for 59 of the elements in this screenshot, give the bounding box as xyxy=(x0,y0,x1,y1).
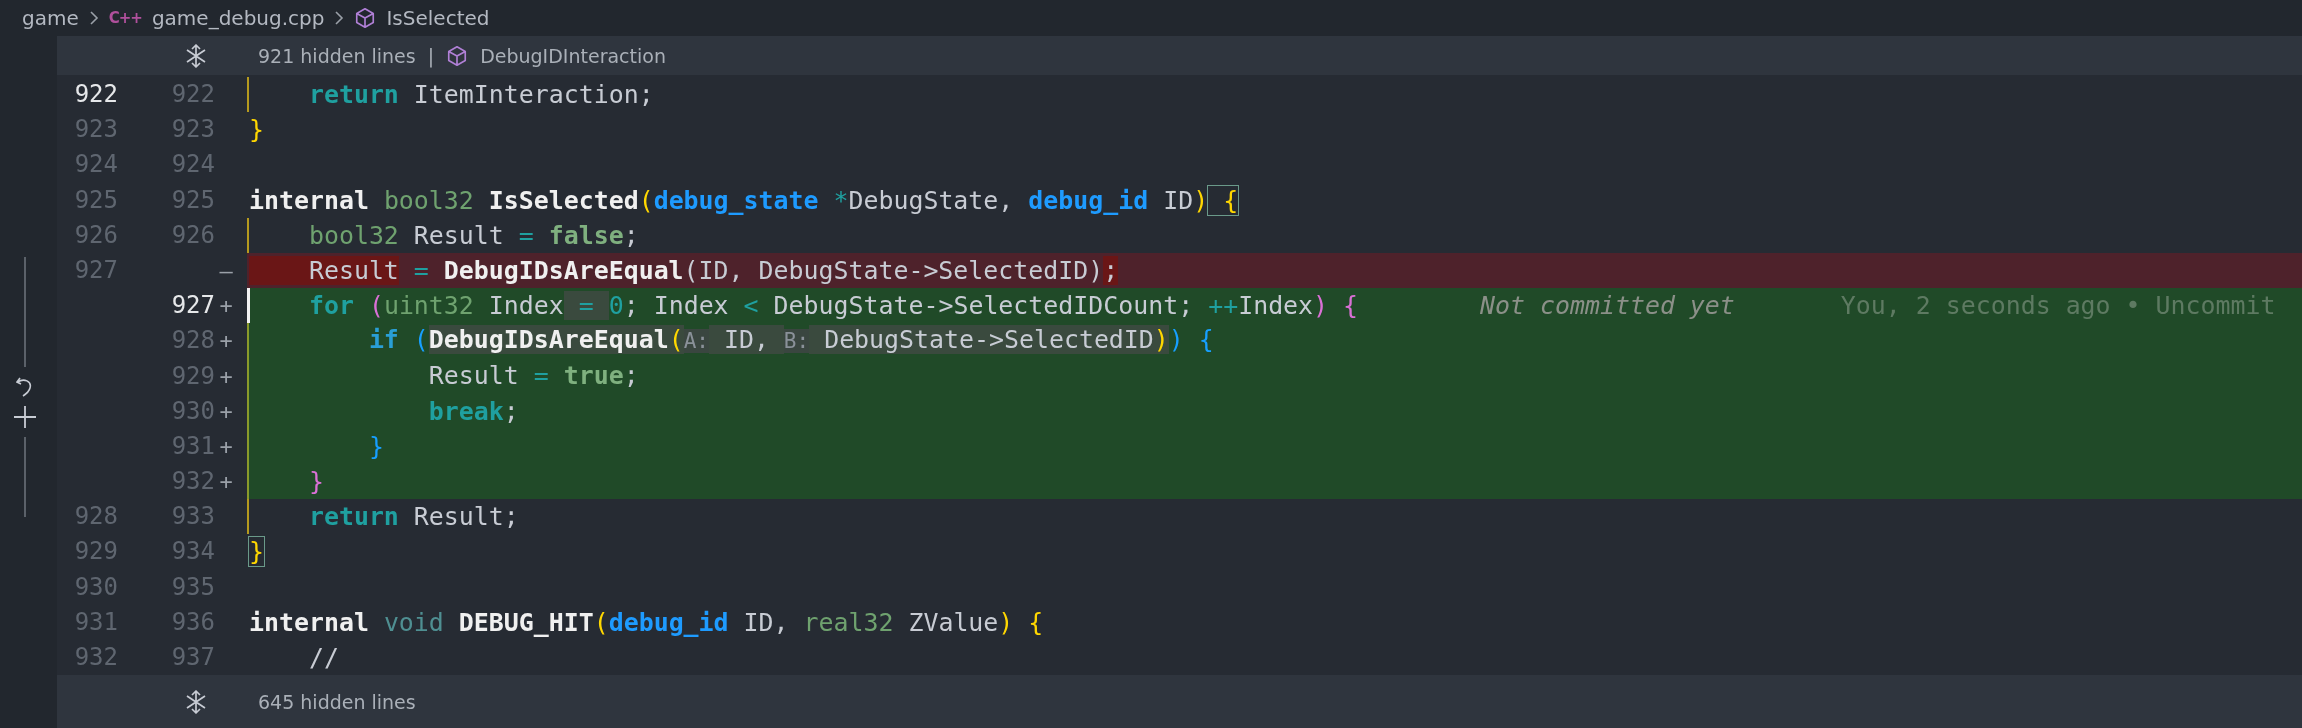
code-line: } xyxy=(367,430,384,463)
code-line: bool32 Result = false; xyxy=(307,219,639,252)
line-number: 930 xyxy=(171,395,215,427)
diff-sign: — xyxy=(219,256,233,285)
breadcrumb-item[interactable]: IsSelected xyxy=(386,6,490,30)
line-number: 924 xyxy=(171,149,215,181)
line-number: 931 xyxy=(74,606,118,638)
line-number: 928 xyxy=(74,501,118,533)
inline-annotation: Not committed yet xyxy=(1480,291,1735,321)
diff-sign: + xyxy=(219,292,233,321)
line-number: 927 xyxy=(171,290,215,322)
line-number: 926 xyxy=(74,219,118,251)
code-line: internal bool32 IsSelected(debug_state *DebugState, debug_id ID) { xyxy=(249,184,1239,217)
line-number: 922 xyxy=(171,79,215,110)
breadcrumb-item[interactable]: game_debug.cpp xyxy=(151,6,325,30)
code-line: internal void DEBUG_HIT(debug_id ID, real32 ZValue) { xyxy=(249,606,1044,639)
code-line: break; xyxy=(427,395,519,428)
code-line: Result = DebugIDsAreEqual(ID, DebugState->SelectedID); xyxy=(249,253,1119,288)
line-number: 932 xyxy=(171,466,215,498)
line-number: 923 xyxy=(74,114,118,146)
line-number: 931 xyxy=(171,430,215,462)
line-number: 929 xyxy=(74,536,118,568)
code-line: return Result; xyxy=(307,501,519,534)
line-number: 935 xyxy=(171,571,215,603)
diff-sign: + xyxy=(219,397,233,426)
line-number: 937 xyxy=(171,642,215,673)
line-number: 928 xyxy=(171,325,215,357)
breadcrumb-item[interactable]: game xyxy=(22,6,79,30)
blame-text: You, 2 seconds ago • Uncommit xyxy=(1840,291,2276,321)
separator-text: | xyxy=(427,44,435,67)
code-line: } xyxy=(249,536,264,569)
code-line: } xyxy=(249,114,264,147)
line-number: 927 xyxy=(74,254,118,286)
line-number: 923 xyxy=(171,114,215,146)
code-line: } xyxy=(307,466,324,499)
code-line: // xyxy=(307,642,339,674)
code-line: return ItemInteraction; xyxy=(307,79,654,111)
hidden-lines-label[interactable]: 921 hidden lines xyxy=(258,44,416,67)
diff-sign: + xyxy=(219,362,233,391)
line-number: 929 xyxy=(171,360,215,392)
diff-sign: + xyxy=(219,468,233,497)
line-number: 934 xyxy=(171,536,215,568)
diff-sign: + xyxy=(219,432,233,461)
code-line: Result = true; xyxy=(427,360,639,393)
line-number: 922 xyxy=(74,79,118,110)
language-label: C++ xyxy=(108,9,142,27)
code-line: for (uint32 Index = 0; Index < DebugState->SelectedIDCount; ++Index) { xyxy=(307,290,1359,323)
line-number: 933 xyxy=(171,501,215,533)
symbol-label: DebugIDInteraction xyxy=(480,44,666,67)
code-line: if (DebugIDsAreEqual(A: ID, B: DebugState->SelectedID)) { xyxy=(367,324,1214,357)
hidden-lines-label[interactable]: 645 hidden lines xyxy=(258,690,416,713)
line-number: 925 xyxy=(171,184,215,216)
line-number: 925 xyxy=(74,184,118,216)
diff-sign: + xyxy=(219,327,233,356)
line-number: 926 xyxy=(171,219,215,251)
line-number: 930 xyxy=(74,571,118,603)
line-number: 924 xyxy=(74,149,118,181)
line-number: 932 xyxy=(74,642,118,673)
line-number: 936 xyxy=(171,606,215,638)
